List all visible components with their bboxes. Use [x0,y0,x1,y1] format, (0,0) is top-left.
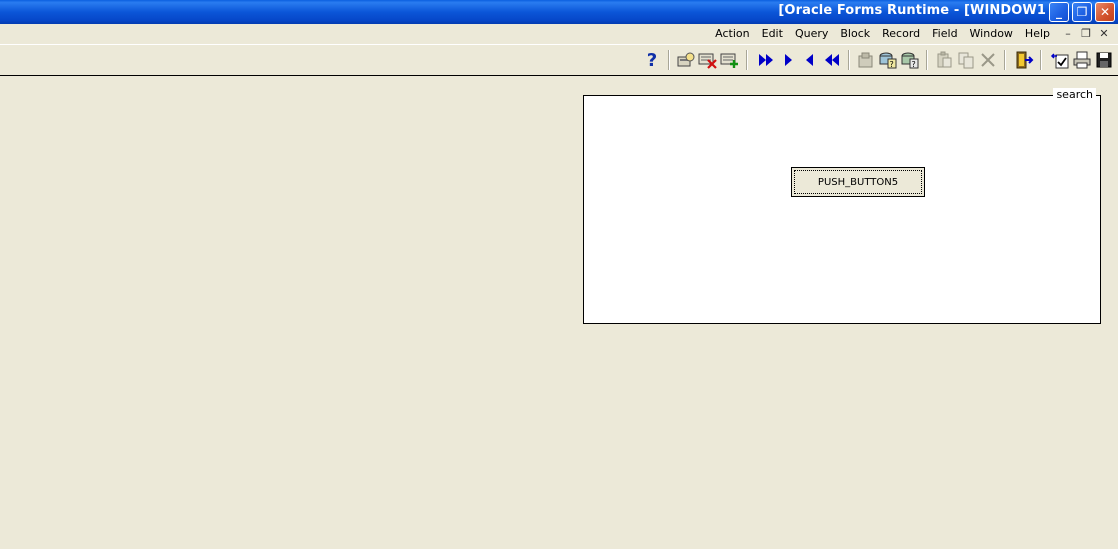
previous-record-icon [806,54,813,66]
search-frame: search PUSH_BUTTON5 [583,88,1101,324]
menu-bar: Help Window Field Record Block Query Edi… [0,24,1118,45]
close-icon: ✕ [1099,5,1111,19]
clear-record-icon [858,52,873,68]
mdi-restore-button[interactable]: ❐ [1078,26,1094,42]
help-button[interactable]: ? [642,49,662,71]
menu-list: Help Window Field Record Block Query Edi… [709,24,1056,44]
menu-block[interactable]: Block [834,24,876,44]
next-block-icon [759,54,773,66]
exit-icon [1016,51,1034,69]
count-query-button[interactable]: ? [900,50,920,70]
cut-icon [981,53,995,67]
push-button-5[interactable]: PUSH_BUTTON5 [791,167,925,197]
paste-button[interactable] [934,50,954,70]
count-query-icon: ? [901,52,919,69]
mdi-close-button[interactable]: ✕ [1096,26,1112,42]
svg-text:?: ? [912,60,916,69]
execute-query-button[interactable]: ? [878,50,898,70]
svg-text:?: ? [890,60,894,69]
mdi-minimize-button[interactable]: – [1060,26,1076,42]
save-icon [1096,52,1112,68]
restore-button[interactable]: ❐ [1072,2,1092,22]
toolbar-separator [926,50,928,70]
menu-help[interactable]: Help [1019,24,1056,44]
copy-button[interactable] [956,50,976,70]
commit-button[interactable] [1050,50,1070,70]
help-icon: ? [646,49,658,71]
insert-record-button[interactable] [720,50,740,70]
previous-block-button[interactable] [822,50,842,70]
menu-action[interactable]: Action [709,24,755,44]
execute-query-icon: ? [879,52,897,69]
next-record-button[interactable] [778,50,798,70]
save-button[interactable] [1094,50,1114,70]
cut-button[interactable] [978,50,998,70]
enter-query-icon [677,52,695,67]
menu-edit[interactable]: Edit [756,24,789,44]
paste-icon [937,51,952,68]
toolbar-separator [848,50,850,70]
commit-icon [1050,53,1069,69]
toolbar-separator [746,50,748,70]
next-block-button[interactable] [756,50,776,70]
minimize-button[interactable]: _ [1049,2,1069,22]
title-bar[interactable]: [Oracle Forms Runtime - [WINDOW1 _ ❐ ✕ [0,0,1118,24]
window-title: [Oracle Forms Runtime - [WINDOW1 [778,3,1046,18]
remove-record-icon [698,53,717,69]
menu-window[interactable]: Window [964,24,1019,44]
toolbar-separator [1040,50,1042,70]
close-button[interactable]: ✕ [1095,2,1115,22]
next-record-icon [785,54,792,66]
enter-query-button[interactable] [676,50,696,70]
menu-record[interactable]: Record [876,24,926,44]
clear-record-button[interactable] [856,50,876,70]
minimize-icon: _ [1056,5,1062,19]
exit-button[interactable] [1014,50,1034,70]
menu-query[interactable]: Query [789,24,834,44]
menu-field[interactable]: Field [926,24,963,44]
push-button-label: PUSH_BUTTON5 [794,170,922,194]
print-button[interactable] [1072,50,1092,70]
toolbar-separator [668,50,670,70]
print-icon [1073,51,1091,69]
previous-record-button[interactable] [800,50,820,70]
toolbar: ? ? ? [0,45,1118,76]
toolbar-separator [1004,50,1006,70]
restore-icon: ❐ [1076,5,1088,19]
copy-icon [958,52,974,69]
remove-record-button[interactable] [698,50,718,70]
previous-block-icon [825,54,839,66]
insert-record-icon [720,53,738,68]
frame-title: search [1053,88,1096,102]
